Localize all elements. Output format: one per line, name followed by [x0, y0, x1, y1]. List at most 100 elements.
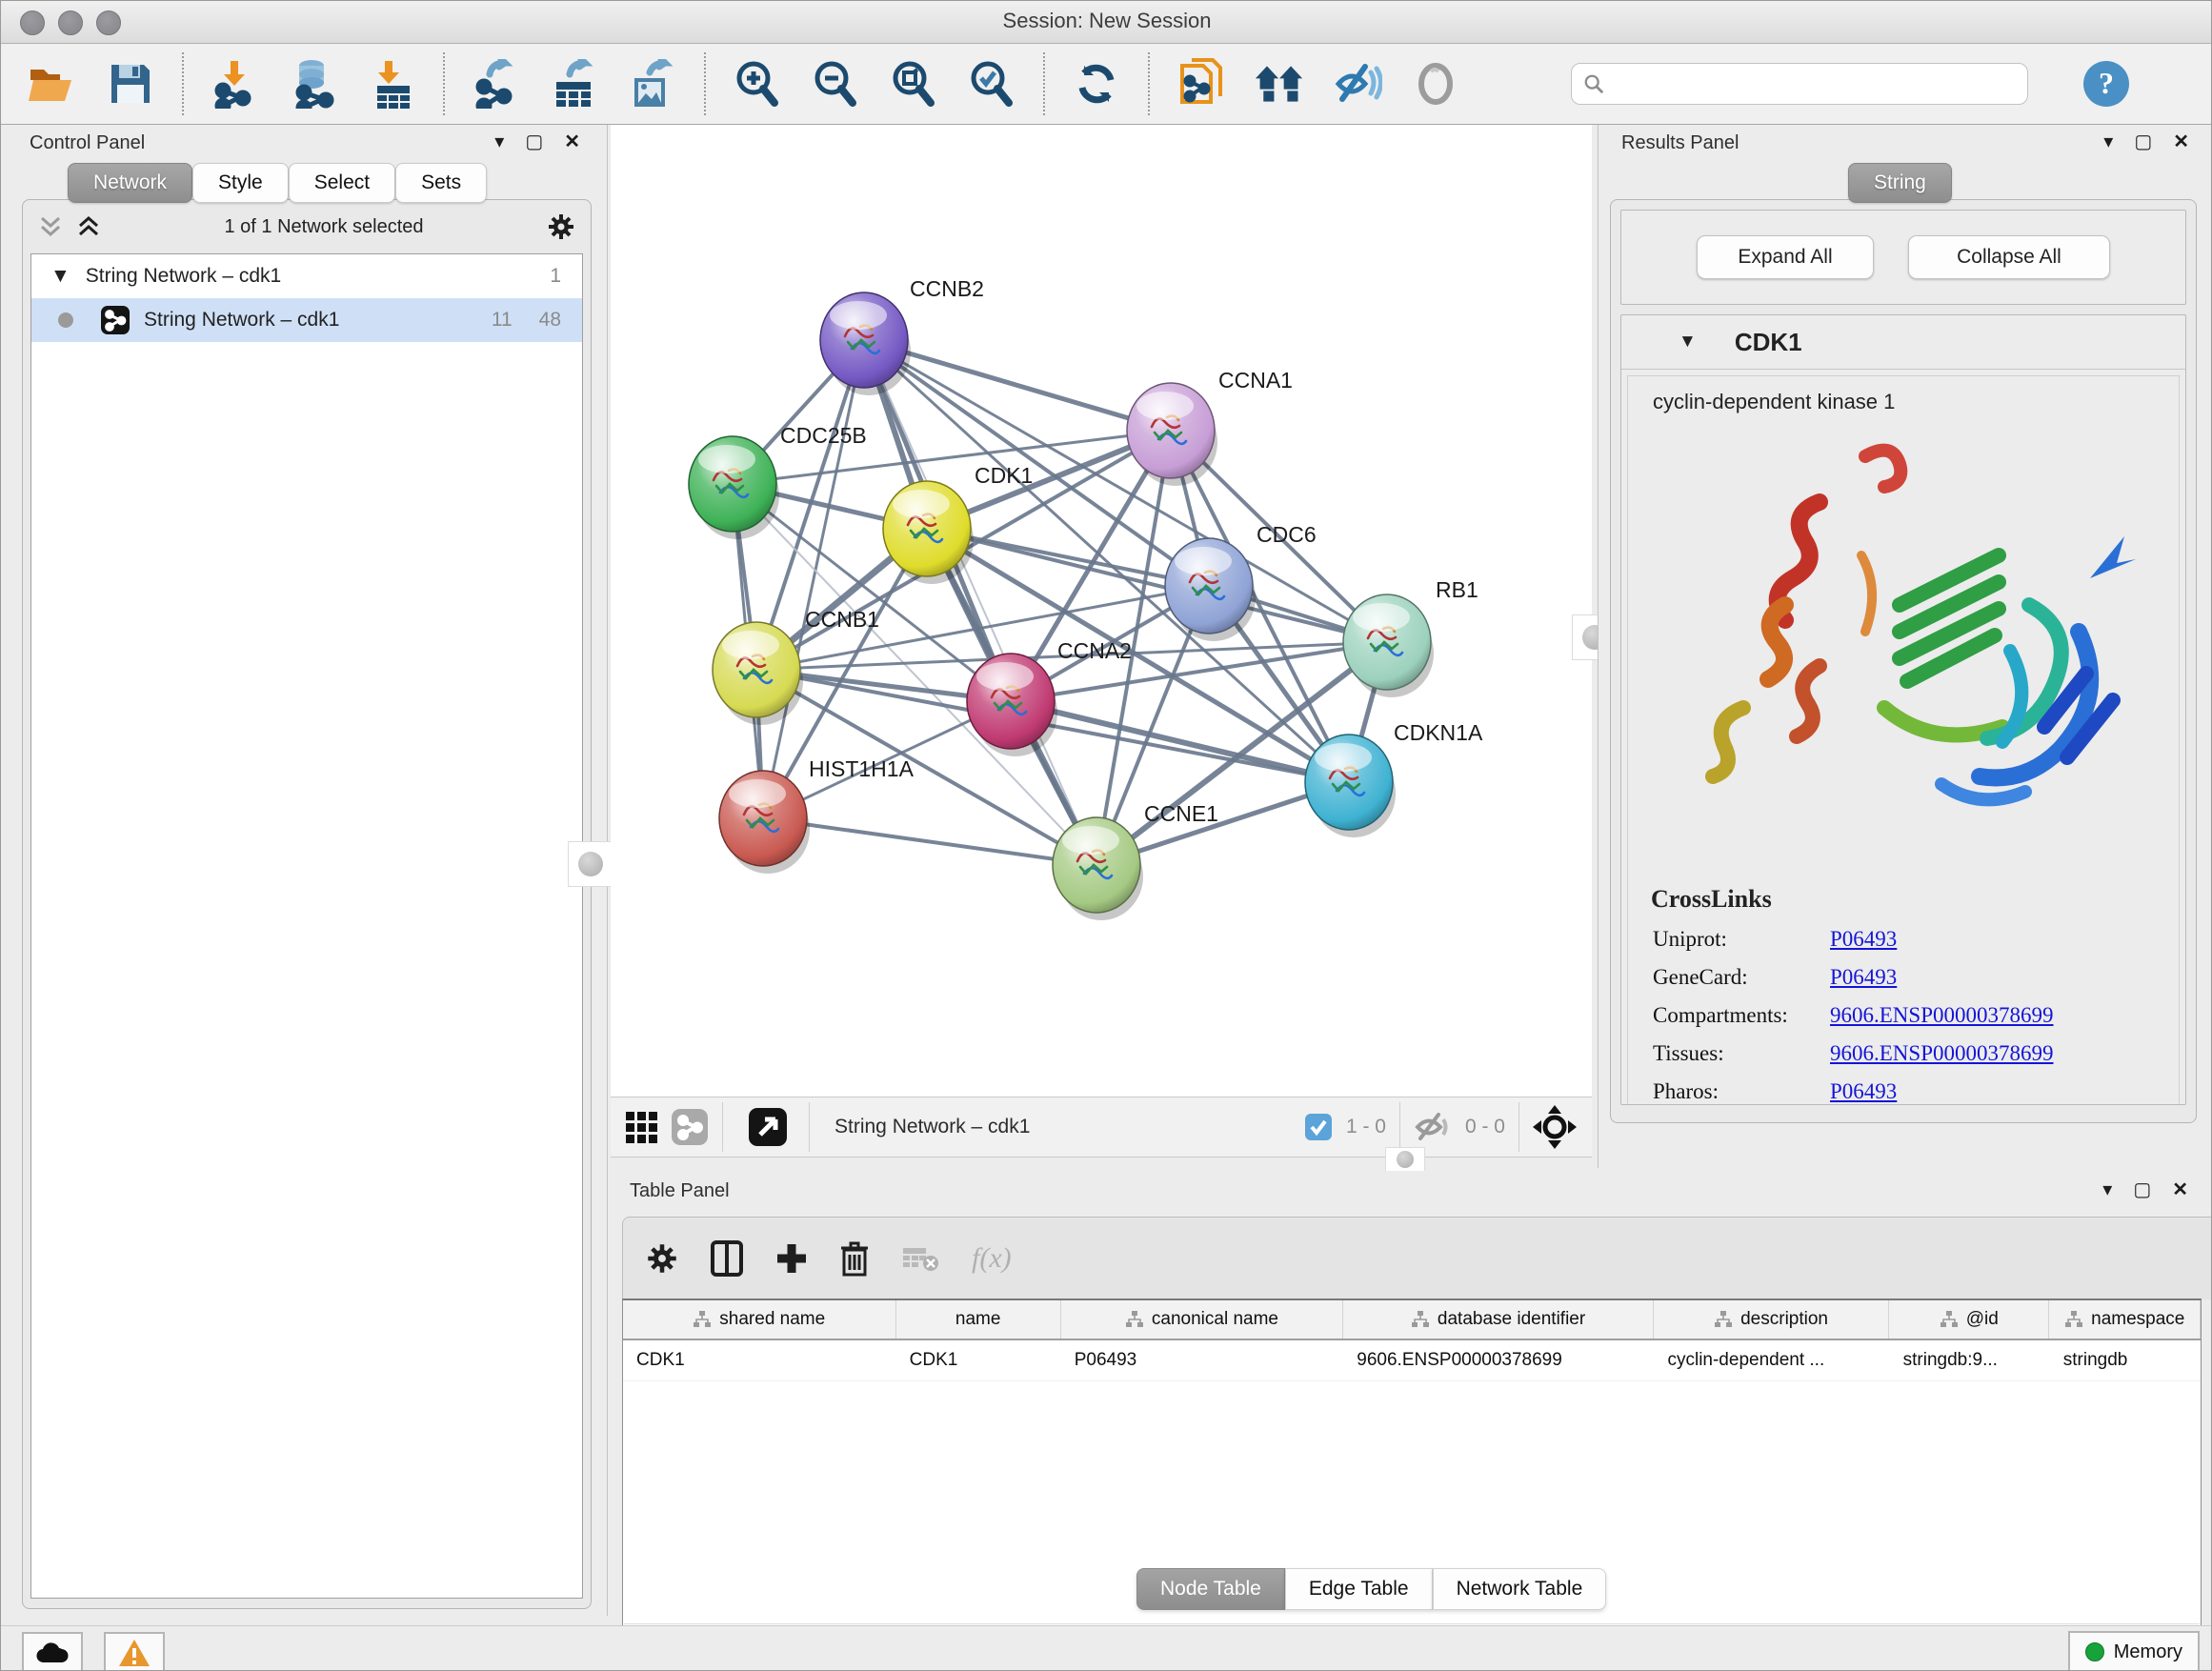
export-network-icon[interactable] [472, 59, 521, 109]
crosslink-link[interactable]: P06493 [1830, 1079, 1897, 1104]
tab-node-table[interactable]: Node Table [1136, 1568, 1285, 1610]
zoom-in-icon[interactable] [733, 59, 782, 109]
gene-section-header[interactable]: ▼ CDK1 [1621, 315, 2185, 370]
node-RB1[interactable]: RB1 [1343, 577, 1478, 697]
node-CDC6[interactable]: CDC6 [1165, 522, 1317, 641]
import-network-database-icon[interactable] [289, 59, 338, 109]
column-header-description[interactable]: description [1654, 1300, 1889, 1339]
cybrowser-home-icon[interactable] [1255, 59, 1304, 109]
share-document-icon[interactable] [1176, 59, 1226, 109]
show-eye-icon[interactable] [1411, 59, 1460, 109]
table-gear-icon[interactable] [646, 1242, 678, 1275]
birds-eye-view-icon[interactable] [1533, 1105, 1577, 1149]
network-collection-row[interactable]: ▼ String Network – cdk1 1 [31, 254, 582, 298]
crosslink-link[interactable]: P06493 [1830, 927, 1897, 952]
search-input[interactable] [1614, 72, 2016, 96]
tab-network[interactable]: Network [68, 163, 192, 203]
collapse-all-icon[interactable] [38, 214, 63, 239]
export-image-icon[interactable] [628, 59, 677, 109]
disclosure-triangle-icon[interactable]: ▼ [50, 265, 70, 288]
zoom-selected-icon[interactable] [967, 59, 1016, 109]
open-session-icon[interactable] [28, 59, 77, 109]
cloud-button[interactable] [22, 1632, 83, 1671]
table-panel-collapse-icon[interactable]: ▾ [2102, 1180, 2112, 1199]
cloud-icon [36, 1641, 69, 1664]
control-panel-float-icon[interactable]: ▢ [525, 132, 543, 151]
tab-style[interactable]: Style [192, 163, 289, 203]
control-panel-close-icon[interactable]: ✕ [564, 132, 580, 151]
table-cell[interactable]: CDK1 [623, 1340, 896, 1380]
table-body: CDK1CDK1P064939606.ENSP00000378699cyclin… [623, 1340, 2201, 1381]
expand-all-button[interactable]: Expand All [1697, 235, 1874, 279]
tab-select[interactable]: Select [289, 163, 395, 203]
network-canvas[interactable]: CCNB2CCNA1CDC25BCDK1CDC6RB1CCNB1CCNA2CDK… [611, 125, 1592, 1097]
network-type-icon [100, 305, 131, 335]
column-label: canonical name [1152, 1309, 1278, 1330]
table-cell[interactable]: stringdb [2050, 1340, 2201, 1380]
search-box[interactable] [1571, 63, 2028, 105]
detach-view-icon[interactable] [748, 1107, 788, 1147]
node-CDC25B[interactable]: CDC25B [689, 423, 867, 539]
control-panel-collapse-icon[interactable]: ▾ [494, 132, 504, 151]
network-graph[interactable]: CCNB2CCNA1CDC25BCDK1CDC6RB1CCNB1CCNA2CDK… [611, 125, 1592, 1097]
results-panel-close-icon[interactable]: ✕ [2173, 132, 2189, 151]
table-cell[interactable]: stringdb:9... [1890, 1340, 2050, 1380]
table-cell[interactable]: CDK1 [896, 1340, 1061, 1380]
results-panel-float-icon[interactable]: ▢ [2134, 132, 2152, 151]
selected-checkbox-icon[interactable] [1304, 1113, 1333, 1141]
column-header-shared-name[interactable]: shared name [623, 1300, 896, 1339]
expand-all-icon[interactable] [76, 214, 101, 239]
table-panel-close-icon[interactable]: ✕ [2172, 1180, 2188, 1199]
table-cell[interactable]: P06493 [1061, 1340, 1344, 1380]
column-header-namespace[interactable]: namespace [2049, 1300, 2201, 1339]
column-header-canonical-name[interactable]: canonical name [1061, 1300, 1343, 1339]
export-table-icon[interactable] [550, 59, 599, 109]
node-CCNB2[interactable]: CCNB2 [820, 276, 984, 395]
column-header-database-identifier[interactable]: database identifier [1343, 1300, 1654, 1339]
zoom-fit-icon[interactable] [889, 59, 938, 109]
left-splitter-handle[interactable] [568, 841, 613, 887]
table-panel-title: Table Panel [630, 1180, 730, 1202]
node-CDKN1A[interactable]: CDKN1A [1305, 720, 1483, 837]
help-icon[interactable]: ? [2081, 59, 2131, 109]
show-columns-icon[interactable] [711, 1240, 743, 1277]
delete-column-icon[interactable] [840, 1240, 869, 1277]
tab-sets[interactable]: Sets [395, 163, 487, 203]
collapse-all-button[interactable]: Collapse All [1908, 235, 2110, 279]
column-header-name[interactable]: name [896, 1300, 1061, 1339]
crosslinks-title: CrossLinks [1651, 885, 2179, 914]
refresh-icon[interactable] [1072, 59, 1121, 109]
memory-button[interactable]: Memory [2068, 1631, 2200, 1671]
table-row[interactable]: CDK1CDK1P064939606.ENSP00000378699cyclin… [623, 1340, 2201, 1381]
tab-string[interactable]: String [1848, 163, 1952, 203]
edge-HIST1H1A-CCNE1[interactable] [763, 818, 1096, 865]
table-cell[interactable]: 9606.ENSP00000378699 [1343, 1340, 1654, 1380]
table-cell[interactable]: cyclin-dependent ... [1654, 1340, 1889, 1380]
crosslink-link[interactable]: 9606.ENSP00000378699 [1830, 1041, 2054, 1066]
bottom-splitter-handle[interactable] [1385, 1147, 1425, 1172]
crosslink-link[interactable]: P06493 [1830, 965, 1897, 990]
grid-view-icon[interactable] [626, 1112, 657, 1143]
add-column-icon[interactable] [775, 1242, 808, 1275]
node-HIST1H1A[interactable]: HIST1H1A [719, 756, 915, 874]
import-table-icon[interactable] [367, 59, 416, 109]
tab-network-table[interactable]: Network Table [1433, 1568, 1607, 1610]
gene-disclosure-icon[interactable]: ▼ [1679, 332, 1697, 352]
results-panel-collapse-icon[interactable]: ▾ [2103, 132, 2113, 151]
network-share-icon[interactable] [671, 1108, 709, 1146]
save-session-icon[interactable] [106, 59, 155, 109]
gear-icon[interactable] [547, 212, 575, 241]
column-header-@id[interactable]: @id [1889, 1300, 2049, 1339]
crosslink-link[interactable]: 9606.ENSP00000378699 [1830, 1003, 2054, 1028]
hide-panel-eye-icon[interactable] [1333, 59, 1382, 109]
import-network-file-icon[interactable] [211, 59, 260, 109]
edge-CCNB2-HIST1H1A[interactable] [763, 340, 864, 818]
crosslink-row: GeneCard:P06493 [1653, 965, 2179, 990]
table-panel-float-icon[interactable]: ▢ [2133, 1180, 2151, 1199]
zoom-out-icon[interactable] [811, 59, 860, 109]
warning-button[interactable] [104, 1632, 165, 1671]
node-CCNE1[interactable]: CCNE1 [1053, 801, 1218, 920]
edge-CCNB2-CCNE1[interactable] [864, 340, 1096, 865]
tab-edge-table[interactable]: Edge Table [1285, 1568, 1433, 1610]
network-row[interactable]: String Network – cdk1 11 48 [31, 298, 582, 342]
